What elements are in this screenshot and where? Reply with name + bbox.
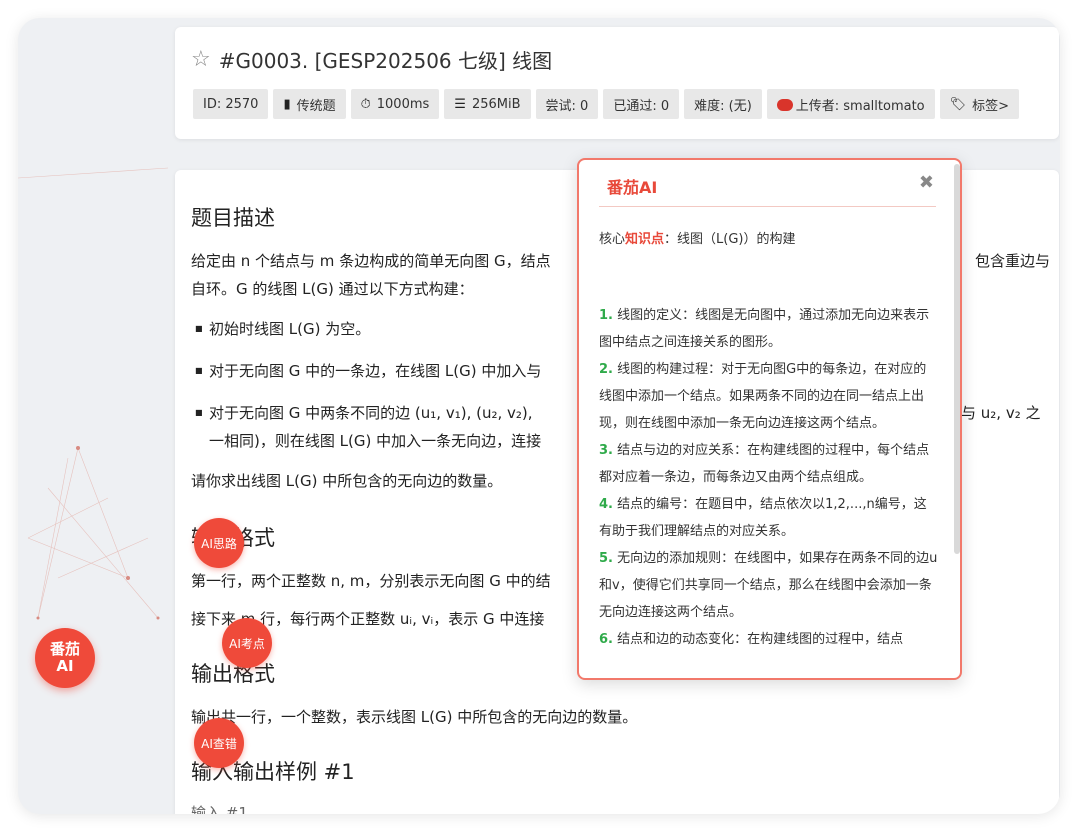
tag-uploader[interactable]: 上传者: smalltomato <box>766 89 935 119</box>
title-row: ☆ #G0003. [GESP202506 七级] 线图 <box>191 45 552 74</box>
list-item: 5. 无向边的添加规则：在线图中，如果存在两条不同的边u和v，使得它们共享同一个… <box>599 551 938 620</box>
star-icon[interactable]: ☆ <box>191 48 211 71</box>
tag-difficulty: 难度: (无) <box>684 89 762 119</box>
list-item: 3. 结点与边的对应关系：在构建线图的过程中，每个结点都对应着一条边，而每条边又… <box>599 443 930 485</box>
avatar <box>776 99 793 111</box>
bullet-3: 对于无向图 G 中两条不同的边 (u₁, v₁), (u₂, v₂), <box>195 402 533 423</box>
tag-labels[interactable]: 🏷 标签> <box>939 89 1020 119</box>
tomato-ai-button[interactable]: 番茄 AI <box>35 628 95 688</box>
ai-thinking-button[interactable]: AI思路 <box>194 518 244 568</box>
list-item: 1. 线图的定义：线图是无向图中，通过添加无向边来表示图中结点之间连接关系的图形… <box>599 308 930 350</box>
panel-divider <box>599 206 936 207</box>
ai-debug-button[interactable]: AI查错 <box>194 718 244 768</box>
tag-attempts: 尝试: 0 <box>535 89 599 119</box>
bullet-3-line-2: 一相同)，则在线图 L(G) 中加入一条无向边，连接 <box>209 432 542 450</box>
bullet-3-tail: 与 u₂, v₂ 之 <box>961 404 1041 422</box>
problem-title: #G0003. [GESP202506 七级] 线图 <box>218 49 553 73</box>
output-line: 输出共一行，一个整数，表示线图 L(G) 中所包含的无向边的数量。 <box>191 708 638 726</box>
problem-header-card: ☆ #G0003. [GESP202506 七级] 线图 ID: 2570 ▮ 传… <box>175 27 1059 139</box>
tag-icon: 🏷 <box>949 96 967 112</box>
tag-time-limit: ⏱ 1000ms <box>350 89 440 119</box>
core-knowledge-line: 核心知识点：线图（L(G)）的构建 <box>599 232 796 247</box>
document-icon: ▮ <box>283 96 291 112</box>
list-item: 6. 结点和边的动态变化：在构建线图的过程中，结点 <box>599 632 904 647</box>
app-frame: ☆ #G0003. [GESP202506 七级] 线图 ID: 2570 ▮ 传… <box>18 18 1060 814</box>
tag-id: ID: 2570 <box>193 89 269 119</box>
tomato-ai-label-2: AI <box>56 657 74 675</box>
ask-line: 请你求出线图 L(G) 中所包含的无向边的数量。 <box>191 472 503 490</box>
panel-scrollbar[interactable] <box>954 164 960 554</box>
close-icon[interactable]: ✖ <box>919 172 934 193</box>
desc-line-1: 给定由 n 个结点与 m 条边构成的简单无向图 G，结点 <box>191 252 551 270</box>
ai-points-button[interactable]: AI考点 <box>222 618 272 668</box>
list-item: 2. 线图的构建过程：对于无向图G中的每条边，在对应的线图中添加一个结点。如果两… <box>599 362 927 431</box>
list-item: 4. 结点的编号：在题目中，结点依次以1,2,...,n编号，这有助于我们理解结… <box>599 497 927 539</box>
ai-panel: 番茄AI ✖ 核心知识点：线图（L(G)）的构建 1. 线图的定义：线图是无向图… <box>577 158 962 680</box>
bullet-1: 初始时线图 L(G) 为空。 <box>195 318 370 339</box>
panel-title: 番茄AI <box>607 178 658 197</box>
problem-tags: ID: 2570 ▮ 传统题 ⏱ 1000ms ☰ 256MiB 尝试: 0 已通过:… <box>193 89 1020 119</box>
tag-accepted: 已通过: 0 <box>603 89 680 119</box>
desc-line-2: 自环。G 的线图 L(G) 通过以下方式构建： <box>191 280 474 298</box>
timer-icon: ⏱ <box>360 96 371 112</box>
section-title-description: 题目描述 <box>191 206 275 230</box>
tomato-ai-label-1: 番茄 <box>49 640 80 658</box>
knowledge-points-list: 1. 线图的定义：线图是无向图中，通过添加无向边来表示图中结点之间连接关系的图形… <box>599 302 939 653</box>
tag-memory-limit: ☰ 256MiB <box>444 89 531 119</box>
tag-type: ▮ 传统题 <box>273 89 346 119</box>
desc-line-1-tail: 包含重边与 <box>975 252 1051 270</box>
sample-input-label: 输入 #1 <box>191 804 248 814</box>
input-line-1: 第一行，两个正整数 n, m，分别表示无向图 G 中的结 <box>191 572 551 590</box>
bullet-2: 对于无向图 G 中的一条边，在线图 L(G) 中加入与 <box>195 360 541 381</box>
memory-icon: ☰ <box>454 96 466 112</box>
